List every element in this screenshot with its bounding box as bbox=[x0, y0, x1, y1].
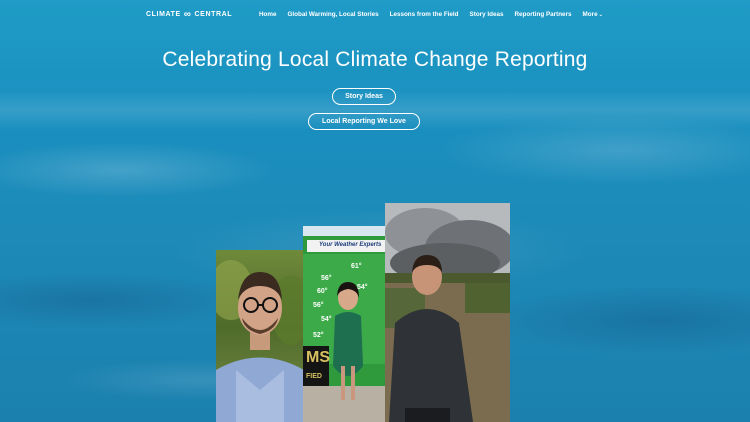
temp-label: 61° bbox=[351, 263, 362, 270]
logo-text-climate: CLIMATE bbox=[146, 11, 181, 18]
temp-label: 54° bbox=[357, 284, 368, 291]
wildfire-scene-illustration bbox=[385, 203, 510, 422]
temp-label: 60° bbox=[317, 288, 328, 295]
nav-item-global-warming-local-stories[interactable]: Global Warming, Local Stories bbox=[288, 11, 379, 18]
temp-label: 54° bbox=[321, 316, 332, 323]
story-ideas-button[interactable]: Story Ideas bbox=[332, 88, 396, 105]
local-reporting-we-love-button[interactable]: Local Reporting We Love bbox=[308, 113, 420, 130]
site-logo[interactable]: CLIMATE ∞ CENTRAL bbox=[146, 9, 233, 20]
nav-item-reporting-partners[interactable]: Reporting Partners bbox=[514, 11, 571, 18]
wildfire-observer-photo bbox=[385, 203, 510, 422]
station-logo-fragment-2: FIED bbox=[306, 373, 322, 380]
reporter-portrait-illustration bbox=[216, 260, 304, 422]
weather-board-header: Your Weather Experts bbox=[319, 242, 382, 248]
temp-label: 56° bbox=[313, 302, 324, 309]
nav-item-lessons-from-the-field[interactable]: Lessons from the Field bbox=[390, 11, 459, 18]
chevron-down-icon: ⌄ bbox=[598, 12, 603, 18]
nav-item-home[interactable]: Home bbox=[259, 11, 277, 18]
top-navigation: CLIMATE ∞ CENTRAL Home Global Warming, L… bbox=[0, 0, 750, 30]
reporter-portrait-photo bbox=[216, 250, 304, 422]
nav-item-story-ideas[interactable]: Story Ideas bbox=[470, 11, 504, 18]
page-title: Celebrating Local Climate Change Reporti… bbox=[162, 48, 588, 71]
temp-label: 52° bbox=[313, 332, 324, 339]
station-logo-fragment: MS bbox=[306, 349, 330, 366]
temp-label: 56° bbox=[321, 275, 332, 282]
weather-presenter-photo: Your Weather Experts 61° 56° 60° 56° 54°… bbox=[303, 226, 388, 422]
weather-board-illustration bbox=[303, 226, 388, 422]
main-menu: Home Global Warming, Local Stories Lesso… bbox=[259, 11, 603, 18]
nav-item-more[interactable]: More⌄ bbox=[583, 11, 603, 18]
nav-item-more-label: More bbox=[582, 11, 598, 18]
logo-text-central: CENTRAL bbox=[194, 11, 233, 18]
infinity-logo-icon: ∞ bbox=[183, 9, 192, 20]
